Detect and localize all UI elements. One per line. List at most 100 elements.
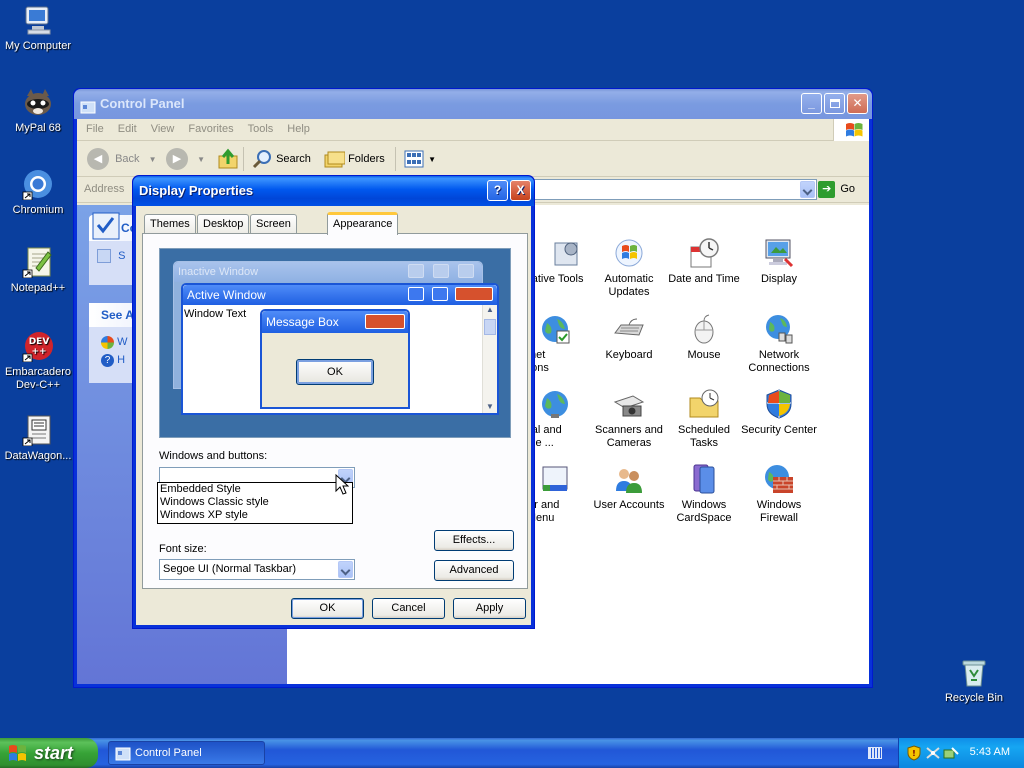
preview-msgbox-titlebar: Message Box (262, 311, 408, 333)
minimize-icon: _ (808, 96, 815, 110)
desktop-icon-chromium[interactable]: Chromium (0, 168, 76, 217)
control-panel-titlebar[interactable]: Control Panel _ ✕ (74, 89, 872, 119)
menu-edit[interactable]: Edit (111, 119, 144, 139)
cancel-button[interactable]: Cancel (372, 598, 445, 619)
help-icon: ? (101, 353, 114, 367)
minimize-button[interactable]: _ (801, 93, 822, 114)
address-dropdown-button[interactable] (800, 181, 815, 198)
switch-view-link[interactable]: S (118, 250, 125, 262)
font-size-select[interactable]: Segoe UI (Normal Taskbar) (159, 559, 355, 580)
dialog-title: Display Properties (139, 183, 254, 198)
forward-button[interactable]: ▶ ▼ (166, 148, 205, 171)
ok-button[interactable]: OK (291, 598, 364, 619)
cp-item-user-accounts[interactable]: User Accounts (589, 463, 669, 512)
dialog-titlebar[interactable]: Display Properties ? X (133, 176, 534, 206)
up-folder-button[interactable] (217, 148, 239, 170)
cp-item-display[interactable]: Display (739, 237, 819, 286)
effects-button[interactable]: Effects... (434, 530, 514, 551)
toolbar-separator (395, 147, 396, 171)
menu-view[interactable]: View (144, 119, 182, 139)
tab-desktop[interactable]: Desktop (197, 214, 250, 234)
help-button[interactable]: ? (487, 180, 508, 201)
folders-button[interactable]: Folders (323, 148, 385, 170)
display-monitor-icon (763, 237, 795, 269)
taskbar-button-label: Control Panel (135, 747, 202, 759)
folders-icon (324, 151, 346, 168)
close-icon (365, 314, 405, 329)
cp-item-automatic-updates[interactable]: Automatic Updates (589, 237, 669, 299)
tab-screen-saver[interactable]: Screen Saver (250, 214, 297, 248)
cp-item-label: User Accounts (593, 499, 665, 511)
go-button[interactable]: ➔ Go (818, 181, 855, 199)
cp-item-keyboard[interactable]: Keyboard (589, 313, 669, 362)
desktop-icon-devcpp[interactable]: DEV ++ Embarcadero Dev-C++ (0, 330, 76, 392)
dropdown-option-embedded-style[interactable]: Embedded Style (158, 483, 352, 496)
tab-themes[interactable]: Themes (144, 214, 196, 234)
back-label: Back (115, 153, 140, 165)
svg-text:++: ++ (31, 347, 46, 357)
maximize-icon (432, 264, 449, 278)
desktop-icon-label: Notepad++ (10, 282, 66, 294)
cp-item-network-connections[interactable]: Network Connections (739, 313, 819, 375)
windows-buttons-dropdown-list: Embedded Style Windows Classic style Win… (157, 482, 353, 524)
cp-item-label: Mouse (687, 349, 721, 361)
cp-item-date-and-time[interactable]: Date and Time (664, 237, 744, 286)
back-button[interactable]: ◀ Back ▼ (87, 148, 157, 171)
internet-options-globe-icon (539, 313, 571, 345)
desktop-icon-recycle-bin[interactable]: Recycle Bin (936, 656, 1012, 705)
preview-scrollbar: ▲ ▼ (482, 305, 497, 413)
regional-language-globe-icon (539, 388, 571, 420)
taskbar-button-control-panel[interactable]: Control Panel (108, 741, 265, 765)
cp-item-windows-cardspace[interactable]: Windows CardSpace (664, 463, 744, 525)
close-button[interactable]: ✕ (847, 93, 868, 114)
cp-item-label: Windows Firewall (756, 499, 802, 524)
views-button[interactable]: ▼ (403, 148, 436, 170)
cp-item-security-center[interactable]: Security Center (739, 388, 819, 437)
start-button[interactable]: start (0, 738, 98, 768)
notepadpp-icon (22, 246, 54, 279)
cp-item-label: Date and Time (668, 273, 740, 285)
network-tray-icon[interactable] (925, 745, 941, 761)
desktop-icon-datawagon[interactable]: DataWagon... (0, 414, 76, 463)
user-accounts-icon (613, 463, 645, 495)
control-panel-small-icon (115, 747, 131, 761)
dialog-close-button[interactable]: X (510, 180, 531, 201)
font-size-value: Segoe UI (Normal Taskbar) (163, 563, 297, 575)
see-also-title: See A (101, 308, 134, 322)
cp-item-windows-firewall[interactable]: Windows Firewall (739, 463, 819, 525)
search-button[interactable]: Search (251, 148, 311, 170)
menu-favorites[interactable]: Favorites (181, 119, 240, 139)
back-dropdown-icon: ▼ (148, 155, 157, 164)
preview-msgbox-ok-label: OK (327, 366, 343, 378)
maximize-button[interactable] (824, 93, 845, 114)
cp-item-label: Automatic Updates (604, 273, 654, 298)
system-tray: ! 5:43 AM (898, 738, 1024, 768)
windows-logo-icon (9, 745, 26, 761)
desktop-icon-notepadpp[interactable]: Notepad++ (0, 246, 76, 295)
security-shield-tray-icon[interactable]: ! (907, 745, 921, 761)
tab-appearance[interactable]: Appearance (327, 212, 399, 235)
menu-file[interactable]: File (79, 119, 111, 139)
menu-help[interactable]: Help (280, 119, 317, 139)
dropdown-option-xp-style[interactable]: Windows XP style (158, 509, 352, 522)
my-computer-icon (22, 4, 54, 36)
advanced-button[interactable]: Advanced (434, 560, 514, 581)
desktop-icon-label: Chromium (12, 204, 64, 216)
desktop-icon-my-computer[interactable]: My Computer (0, 4, 76, 53)
cp-item-scheduled-tasks[interactable]: Scheduled Tasks (664, 388, 744, 450)
control-panel-large-icon (92, 212, 120, 240)
keyboard-tray-icon[interactable] (868, 747, 882, 759)
cp-item-mouse[interactable]: Mouse (664, 313, 744, 362)
dropdown-option-classic-style[interactable]: Windows Classic style (158, 496, 352, 509)
chevron-down-icon[interactable] (338, 561, 353, 578)
toolbar-separator (243, 147, 244, 171)
clock[interactable]: 5:43 AM (970, 746, 1010, 758)
cp-item-scanners-and-cameras[interactable]: Scanners and Cameras (589, 388, 669, 450)
menu-tools[interactable]: Tools (241, 119, 281, 139)
apply-button[interactable]: Apply (453, 598, 526, 619)
back-arrow-icon: ◀ (87, 148, 109, 171)
network-connections-icon (763, 313, 795, 345)
desktop-icon-mypal[interactable]: MyPal 68 (0, 86, 76, 135)
menubar: File Edit View Favorites Tools Help (77, 119, 869, 141)
safely-remove-tray-icon[interactable] (943, 745, 959, 761)
